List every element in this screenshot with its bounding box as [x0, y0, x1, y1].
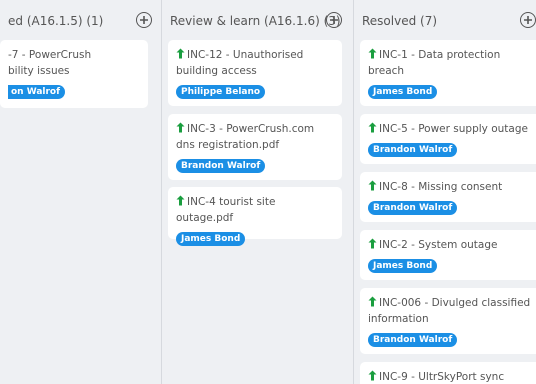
assignee-badge[interactable]: Philippe Belano	[176, 85, 266, 99]
column-header: Review & learn (A16.1.6) (3)	[170, 12, 342, 32]
add-card-button[interactable]	[136, 12, 152, 28]
arrow-up-icon	[368, 180, 377, 191]
card-inc-8[interactable]: INC-8 - Missing consent Brandon Walrof	[360, 172, 536, 222]
assignee-badge[interactable]: Brandon Walrof	[368, 333, 458, 347]
column-header: ed (A16.1.5) (1)	[8, 12, 152, 32]
assignee-badge[interactable]: Brandon Walrof	[368, 201, 458, 215]
card-title: INC-12 - Unauthorised building access	[176, 47, 334, 79]
arrow-up-icon	[368, 296, 377, 307]
card-title: INC-8 - Missing consent	[368, 179, 536, 195]
arrow-up-icon	[176, 122, 185, 133]
card-title: INC-2 - System outage	[368, 237, 536, 253]
card-inc-006[interactable]: INC-006 - Divulged classified informatio…	[360, 288, 536, 354]
assignee-badge[interactable]: James Bond	[368, 259, 438, 273]
plus-icon	[524, 16, 532, 24]
arrow-up-icon	[368, 238, 377, 249]
card-inc-12[interactable]: INC-12 - Unauthorised building access Ph…	[168, 40, 342, 106]
assignee-badge[interactable]: James Bond	[368, 85, 438, 99]
card-title-line1: -7 - PowerCrush	[8, 49, 92, 61]
assignee-badge[interactable]: Brandon Walrof	[368, 143, 458, 157]
card-title: -7 - PowerCrush bility issues	[8, 47, 140, 79]
column-reviewed: ed (A16.1.5) (1) -7 - PowerCrush bility …	[0, 0, 158, 384]
card-title-text: INC-8 - Missing consent	[379, 181, 503, 193]
arrow-up-icon	[176, 195, 185, 206]
column-title: ed (A16.1.5) (1)	[8, 14, 104, 28]
card-inc-3[interactable]: INC-3 - PowerCrush.com dns registration.…	[168, 114, 342, 180]
arrow-up-icon	[176, 48, 185, 59]
card-inc-9[interactable]: INC-9 - UltrSkyPort sync	[360, 362, 536, 384]
card-inc-2[interactable]: INC-2 - System outage James Bond	[360, 230, 536, 280]
card-title: INC-5 - Power supply outage	[368, 121, 536, 137]
arrow-up-icon	[368, 370, 377, 381]
column-title: Resolved (7)	[362, 14, 438, 28]
card-title: INC-006 - Divulged classified informatio…	[368, 295, 536, 327]
card-title-text: INC-9 - UltrSkyPort sync	[379, 371, 505, 383]
assignee-badge[interactable]: Brandon Walrof	[176, 159, 266, 173]
card-inc-7[interactable]: -7 - PowerCrush bility issues on Walrof	[0, 40, 148, 108]
card-title-text: INC-5 - Power supply outage	[379, 123, 528, 135]
card-title-text: INC-12 - Unauthorised building access	[176, 49, 304, 77]
card-title: INC-3 - PowerCrush.com dns registration.…	[176, 121, 334, 153]
column-resolved: Resolved (7) INC-1 - Data protection bre…	[354, 0, 536, 384]
assignee-badge[interactable]: James Bond	[176, 232, 246, 246]
card-title-text: INC-006 - Divulged classified informatio…	[368, 297, 531, 325]
column-header: Resolved (7)	[362, 12, 536, 32]
arrow-up-icon	[368, 122, 377, 133]
card-inc-1[interactable]: INC-1 - Data protection breach James Bon…	[360, 40, 536, 106]
assignee-badge[interactable]: on Walrof	[8, 85, 66, 99]
column-title: Review & learn (A16.1.6) (3)	[170, 14, 341, 28]
card-title-text: INC-4 tourist site outage.pdf	[176, 196, 276, 224]
card-title-text: INC-1 - Data protection breach	[368, 49, 501, 77]
column-review-learn: Review & learn (A16.1.6) (3) INC-12 - Un…	[162, 0, 348, 384]
card-inc-4[interactable]: INC-4 tourist site outage.pdf James Bond	[168, 187, 342, 246]
card-inc-5[interactable]: INC-5 - Power supply outage Brandon Walr…	[360, 114, 536, 164]
add-card-button[interactable]	[520, 12, 536, 28]
card-title: INC-9 - UltrSkyPort sync	[368, 369, 536, 384]
plus-icon	[140, 16, 148, 24]
add-card-button[interactable]	[326, 12, 342, 28]
card-title: INC-1 - Data protection breach	[368, 47, 536, 79]
card-title-text: INC-2 - System outage	[379, 239, 498, 251]
plus-icon	[330, 16, 338, 24]
arrow-up-icon	[368, 48, 377, 59]
card-title-text: INC-3 - PowerCrush.com dns registration.…	[176, 123, 315, 151]
card-title-line2: bility issues	[8, 65, 70, 77]
card-title: INC-4 tourist site outage.pdf	[176, 194, 334, 226]
